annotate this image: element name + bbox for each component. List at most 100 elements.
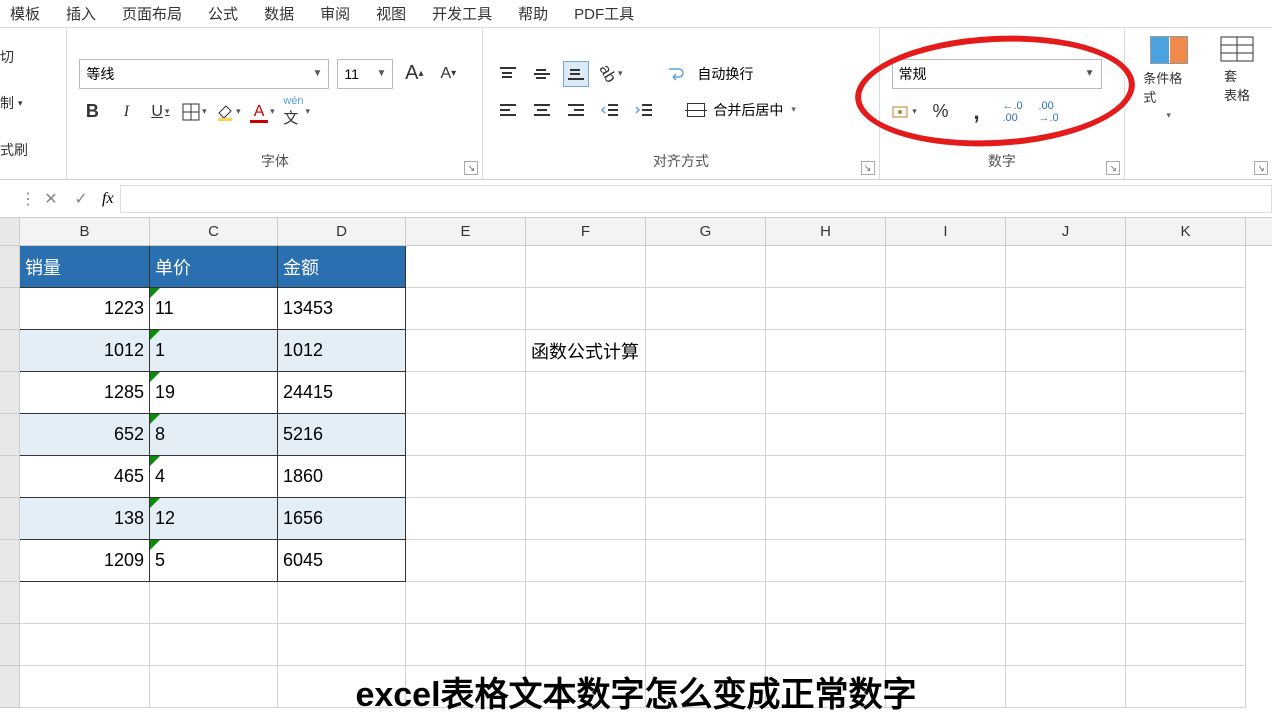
row-header[interactable] — [0, 372, 20, 414]
cell[interactable] — [526, 540, 646, 582]
cell[interactable] — [20, 624, 150, 666]
underline-button[interactable]: U▾ — [147, 99, 173, 125]
row-header[interactable] — [0, 624, 20, 666]
cell-sales[interactable]: 1285 — [20, 372, 150, 414]
chevron-down-icon[interactable]: ▾ — [791, 104, 796, 115]
alignment-launcher[interactable]: ↘ — [861, 161, 875, 175]
cell[interactable] — [1126, 246, 1246, 288]
cell[interactable] — [766, 456, 886, 498]
align-right-button[interactable] — [563, 97, 589, 123]
cell[interactable] — [886, 288, 1006, 330]
cell[interactable] — [886, 372, 1006, 414]
cell[interactable] — [1006, 372, 1126, 414]
col-header-I[interactable]: I — [886, 218, 1006, 245]
format-as-table-button[interactable]: 套 表格 — [1214, 36, 1260, 104]
merge-center-button[interactable]: 合并后居中 — [713, 100, 783, 120]
cell[interactable] — [278, 582, 406, 624]
cell[interactable] — [526, 414, 646, 456]
name-box[interactable] — [0, 185, 20, 213]
col-header-B[interactable]: B — [20, 218, 150, 245]
cell[interactable] — [1006, 288, 1126, 330]
table-header[interactable]: 单价 — [150, 246, 278, 288]
row-header[interactable] — [0, 330, 20, 372]
font-size-select[interactable]: 11 ▼ — [337, 59, 393, 89]
cell-price[interactable]: 4 — [150, 456, 278, 498]
cell[interactable] — [886, 414, 1006, 456]
cell[interactable] — [406, 624, 526, 666]
align-center-button[interactable] — [529, 97, 555, 123]
cell[interactable] — [886, 246, 1006, 288]
table-header[interactable]: 销量 — [20, 246, 150, 288]
cell-price[interactable]: 19 — [150, 372, 278, 414]
cell-sales[interactable]: 1012 — [20, 330, 150, 372]
cell[interactable] — [406, 456, 526, 498]
row-header[interactable] — [0, 582, 20, 624]
cell-amount[interactable]: 24415 — [278, 372, 406, 414]
cell-sales[interactable]: 1223 — [20, 288, 150, 330]
conditional-format-button[interactable]: 条件格式 ▾ — [1137, 36, 1200, 121]
font-launcher[interactable]: ↘ — [464, 161, 478, 175]
font-color-button[interactable]: A ▾ — [249, 99, 275, 125]
cell[interactable] — [886, 582, 1006, 624]
cell[interactable] — [278, 624, 406, 666]
copy-button[interactable]: 制▾ — [0, 93, 23, 113]
cell[interactable] — [766, 498, 886, 540]
borders-button[interactable]: ▾ — [181, 99, 207, 125]
menu-page-layout[interactable]: 页面布局 — [122, 3, 182, 24]
row-header[interactable] — [0, 540, 20, 582]
col-header-F[interactable]: F — [526, 218, 646, 245]
cell-amount[interactable]: 1012 — [278, 330, 406, 372]
cell[interactable] — [1006, 330, 1126, 372]
cell[interactable] — [1126, 414, 1246, 456]
cell-price[interactable]: 8 — [150, 414, 278, 456]
cell[interactable] — [1126, 288, 1246, 330]
menu-insert[interactable]: 插入 — [66, 3, 96, 24]
number-launcher[interactable]: ↘ — [1106, 161, 1120, 175]
cell[interactable] — [526, 624, 646, 666]
cell-amount[interactable]: 1656 — [278, 498, 406, 540]
col-header-H[interactable]: H — [766, 218, 886, 245]
decrease-indent-button[interactable] — [597, 97, 623, 123]
cell[interactable] — [766, 288, 886, 330]
align-top-button[interactable] — [495, 61, 521, 87]
cell[interactable] — [1006, 456, 1126, 498]
cell-amount[interactable]: 6045 — [278, 540, 406, 582]
align-bottom-button[interactable] — [563, 61, 589, 87]
cell[interactable] — [1126, 330, 1246, 372]
col-header-D[interactable]: D — [278, 218, 406, 245]
align-middle-button[interactable] — [529, 61, 555, 87]
cancel-icon[interactable]: ✕ — [36, 189, 66, 209]
cell[interactable] — [646, 414, 766, 456]
cell[interactable] — [406, 288, 526, 330]
shrink-font-button[interactable]: A▾ — [435, 61, 461, 87]
cell-price[interactable]: 12 — [150, 498, 278, 540]
cell[interactable] — [1006, 582, 1126, 624]
cell[interactable] — [766, 582, 886, 624]
cell-price[interactable]: 11 — [150, 288, 278, 330]
row-header[interactable] — [0, 456, 20, 498]
menu-formulas[interactable]: 公式 — [208, 3, 238, 24]
cell[interactable] — [526, 372, 646, 414]
cell[interactable] — [406, 582, 526, 624]
cell[interactable] — [766, 414, 886, 456]
fx-icon[interactable]: fx — [102, 190, 114, 208]
cell[interactable] — [1126, 540, 1246, 582]
cell[interactable] — [526, 246, 646, 288]
cell[interactable] — [646, 246, 766, 288]
italic-button[interactable]: I — [113, 99, 139, 125]
cell[interactable] — [406, 372, 526, 414]
col-header-K[interactable]: K — [1126, 218, 1246, 245]
cell-amount[interactable]: 1860 — [278, 456, 406, 498]
fill-color-button[interactable]: ▾ — [215, 99, 241, 125]
menu-developer[interactable]: 开发工具 — [432, 3, 492, 24]
menu-help[interactable]: 帮助 — [518, 3, 548, 24]
menu-view[interactable]: 视图 — [376, 3, 406, 24]
cell[interactable] — [766, 330, 886, 372]
row-header[interactable] — [0, 498, 20, 540]
confirm-icon[interactable]: ✓ — [66, 189, 96, 209]
cell[interactable] — [886, 498, 1006, 540]
cell[interactable] — [526, 582, 646, 624]
grow-font-button[interactable]: A▴ — [401, 61, 427, 87]
cell[interactable] — [646, 624, 766, 666]
row-header[interactable] — [0, 414, 20, 456]
